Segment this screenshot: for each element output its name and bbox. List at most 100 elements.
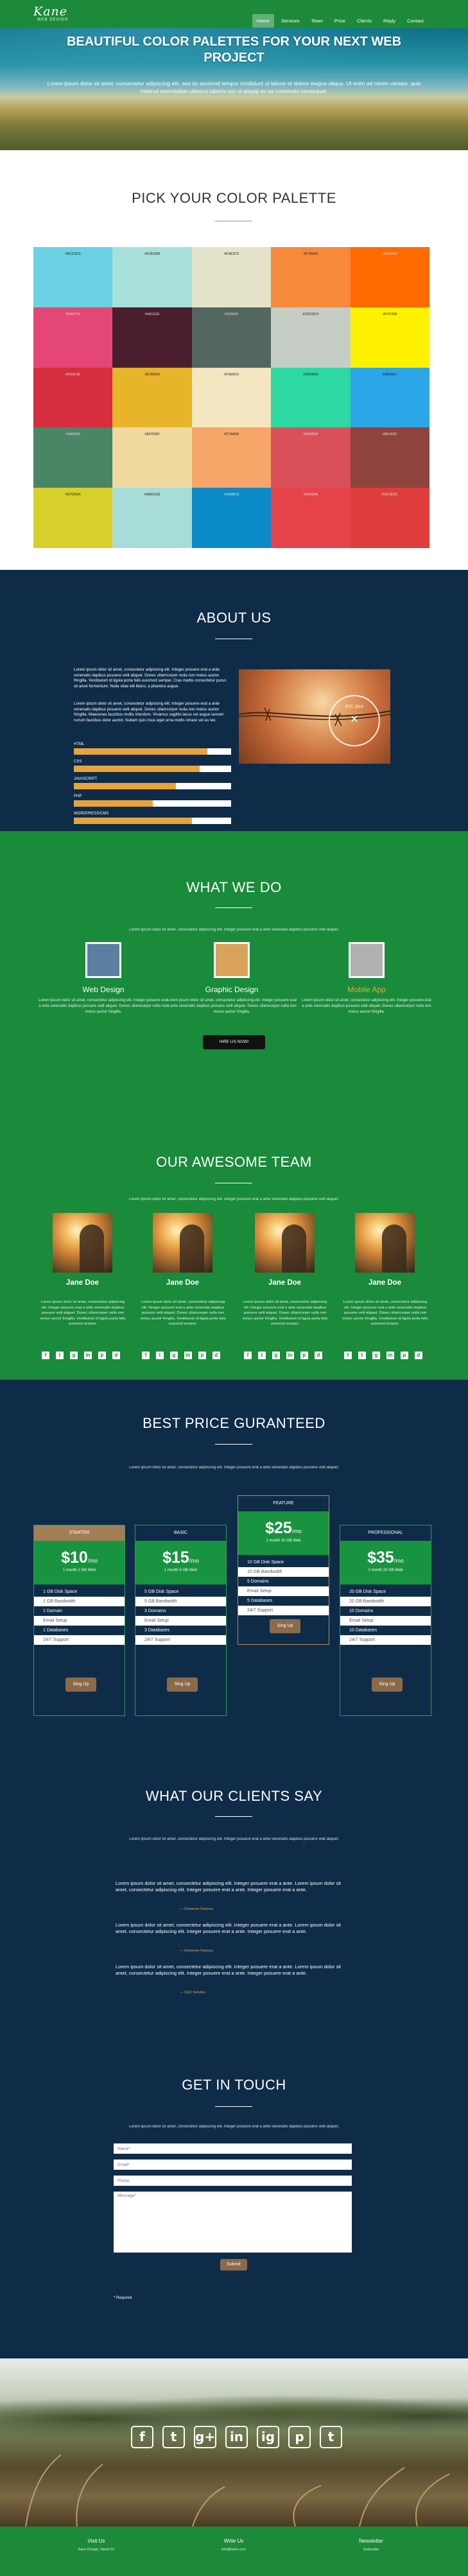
social-icon-p[interactable]: p	[288, 2426, 311, 2448]
color-swatch[interactable]: #F7A66A	[191, 427, 272, 488]
color-swatch[interactable]: #4A1E2E	[112, 307, 192, 368]
color-swatch[interactable]: #E7B42A	[112, 367, 192, 428]
social-icon-g[interactable]: g	[272, 1352, 280, 1359]
social-icon-d[interactable]: d	[212, 1352, 220, 1359]
nav-item-contact[interactable]: Contact	[403, 14, 428, 28]
phone-field[interactable]	[114, 2176, 352, 2186]
nav-item-services[interactable]: Services	[277, 14, 304, 28]
submit-button[interactable]: Submit	[220, 2259, 247, 2271]
plan-feature: 5 GB Bandwidth	[135, 1597, 226, 1606]
social-icon-t[interactable]: t	[358, 1352, 366, 1359]
name-field[interactable]	[114, 2143, 352, 2154]
service-text: Lorem ipsum dolor sit amet, consectetur …	[302, 999, 431, 1014]
social-icon-in[interactable]: in	[225, 2426, 248, 2448]
color-swatch[interactable]: #FFF200	[350, 307, 429, 368]
social-icon-f[interactable]: f	[142, 1352, 150, 1359]
social-icon-f[interactable]: f	[344, 1352, 352, 1359]
color-swatch[interactable]: #C6CDC4	[271, 307, 351, 368]
social-icon-p[interactable]: p	[401, 1352, 408, 1359]
color-hex-label: #C6CDC4	[302, 312, 319, 316]
testimonial-author: — CEO Solution	[180, 1991, 206, 1995]
nav-item-clients[interactable]: Clients	[352, 14, 376, 28]
footer-subtext[interactable]: Kane Design, Street 01	[32, 2548, 160, 2552]
color-swatch[interactable]: #DD3E3C	[350, 488, 429, 548]
color-swatch[interactable]: #2DD8A3	[271, 367, 351, 428]
badge-text: EST. 2014	[345, 705, 363, 709]
color-swatch[interactable]: #536660	[191, 307, 272, 368]
color-swatch[interactable]: #A7E0DB	[112, 247, 192, 307]
social-icon-p[interactable]: p	[98, 1352, 106, 1359]
social-icon-g[interactable]: g	[70, 1352, 78, 1359]
sign-up-button[interactable]: Sing Up	[372, 1678, 403, 1692]
color-swatch[interactable]: #4A8566	[33, 427, 113, 488]
color-swatch[interactable]: #D62E3E	[33, 367, 113, 428]
color-swatch[interactable]: #F3E6C0	[191, 367, 272, 428]
social-icon-in[interactable]: in	[286, 1352, 294, 1359]
email-field[interactable]	[114, 2160, 352, 2170]
footer-subtext[interactable]: Subscribe	[307, 2548, 435, 2552]
nav-item-price[interactable]: Price	[330, 14, 350, 28]
social-icon-g[interactable]: g	[372, 1352, 380, 1359]
plan-feature: 24/7 Support	[135, 1635, 226, 1645]
social-icon-t[interactable]: t	[56, 1352, 64, 1359]
color-swatch[interactable]: #6CD1E3	[33, 247, 113, 307]
color-hex-label: #F7A66A	[224, 433, 239, 437]
team-member-silhouette	[80, 1224, 104, 1273]
color-swatch[interactable]: #F7893A	[271, 247, 351, 307]
color-swatch[interactable]: #EFD99F	[112, 427, 192, 488]
plan-feature: 3 Domains	[135, 1606, 226, 1616]
sign-up-button[interactable]: Sing Up	[270, 1619, 300, 1633]
nav-item-team[interactable]: Team	[307, 14, 327, 28]
social-icon-ig[interactable]: ig	[257, 2426, 279, 2448]
social-icon-in[interactable]: in	[84, 1352, 92, 1359]
site-tagline: WEB DESIGN	[37, 18, 69, 22]
sign-up-button[interactable]: Sing Up	[167, 1678, 198, 1692]
color-swatch[interactable]: #8E443C	[350, 427, 429, 488]
hire-us-button[interactable]: HIRE US NOW!	[203, 1035, 265, 1049]
plan-period: /mo	[87, 1558, 98, 1564]
site-logo[interactable]: Kane	[33, 4, 67, 19]
skill-bar	[74, 766, 231, 772]
plan-price-value: $10	[61, 1549, 88, 1567]
service-text: Lorem ipsum dolor sit amet, consectetur …	[39, 999, 168, 1014]
social-icon-p[interactable]: p	[198, 1352, 206, 1359]
social-icon-f[interactable]: f	[131, 2426, 153, 2448]
service-title: Mobile App	[347, 985, 386, 994]
nav-item-reply[interactable]: Reply	[379, 14, 400, 28]
social-icon-f[interactable]: f	[42, 1352, 49, 1359]
pricing-divider	[215, 1444, 252, 1445]
social-icon-g+[interactable]: g+	[194, 2426, 216, 2448]
sign-up-button[interactable]: Sing Up	[65, 1678, 96, 1692]
social-icon-in[interactable]: in	[184, 1352, 192, 1359]
plan-feature: 10 Domains	[340, 1606, 431, 1616]
social-icon-d[interactable]: d	[415, 1352, 422, 1359]
message-field[interactable]	[114, 2192, 352, 2253]
social-icon-t[interactable]: t	[320, 2426, 342, 2448]
social-icon-g[interactable]: g	[170, 1352, 178, 1359]
footer-subtext[interactable]: info@kane.com	[169, 2548, 298, 2552]
color-swatch[interactable]: #A8DCD9	[112, 488, 192, 548]
plan-feature: Email Setup	[340, 1616, 431, 1626]
nav-item-home[interactable]: Home	[252, 14, 274, 28]
social-icon-in[interactable]: in	[386, 1352, 394, 1359]
social-icon-t[interactable]: t	[162, 2426, 185, 2448]
color-swatch[interactable]: #2BA6E7	[350, 367, 429, 428]
color-swatch[interactable]: #0A8BC8	[191, 488, 272, 548]
color-swatch[interactable]: #E44775	[33, 307, 113, 368]
plan-feature: 10 GB Disk Space	[238, 1558, 329, 1567]
testimonial-text: Lorem ipsum dolor sit amet, consectetur …	[116, 1880, 342, 1893]
skill-label: JAVASCRIPT	[74, 777, 98, 781]
social-icon-f[interactable]: f	[244, 1352, 252, 1359]
color-swatch[interactable]: #E3E3C9	[191, 247, 272, 307]
color-swatch[interactable]: #D7D02A	[33, 488, 113, 548]
color-swatch[interactable]: #D9505A	[271, 427, 351, 488]
social-icon-p[interactable]: p	[300, 1352, 308, 1359]
plan-price-box: $25/mo 1 month 10 GB Web	[238, 1511, 329, 1555]
color-swatch[interactable]: #FE6A00	[350, 247, 429, 307]
social-icon-d[interactable]: d	[315, 1352, 322, 1359]
social-icon-d[interactable]: d	[112, 1352, 120, 1359]
social-icon-t[interactable]: t	[156, 1352, 164, 1359]
social-icon-t[interactable]: t	[258, 1352, 266, 1359]
plan-feature: 10 GB Bandwidth	[238, 1567, 329, 1577]
color-swatch[interactable]: #E6434A	[271, 488, 351, 548]
